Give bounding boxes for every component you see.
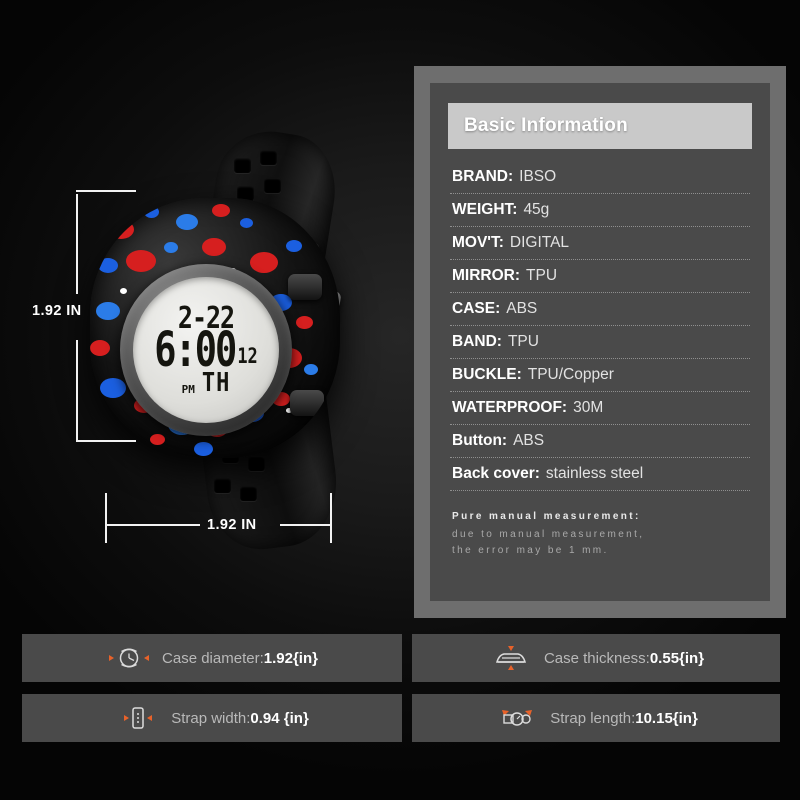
watch-side-button xyxy=(288,274,322,300)
lcd-meridiem: PM xyxy=(181,382,195,396)
spec-key: BAND: xyxy=(452,333,502,350)
dim-horizontal-label: 1.92 IN xyxy=(207,517,257,533)
spec-value: ABS xyxy=(513,432,545,449)
spec-key: BUCKLE: xyxy=(452,366,522,383)
disclaimer-line-1: due to manual measurement, xyxy=(452,529,645,540)
spec-value: TPU/Copper xyxy=(527,366,614,383)
dim-horizontal-line-left xyxy=(105,524,200,526)
lcd-seconds: 12 xyxy=(237,343,258,369)
strap-width-icon xyxy=(115,703,161,733)
watch-case: 2-22 6:00 12 PM TH xyxy=(90,198,340,458)
disclaimer-line-2: the error may be 1 mm. xyxy=(452,544,609,556)
dim-horizontal-line-right xyxy=(280,524,332,526)
info-bar-text: Case thickness:0.55{in} xyxy=(544,650,704,667)
spec-key: MIRROR: xyxy=(452,267,521,284)
spec-row: Back cover: stainless steel xyxy=(450,458,750,491)
info-bar-strap-width: Strap width:0.94 {in} xyxy=(22,694,402,742)
spec-panel-title: Basic Information xyxy=(464,115,628,136)
info-bar-text: Strap width:0.94 {in} xyxy=(171,710,309,727)
strap-hole xyxy=(234,158,251,173)
spec-row: Button: ABS xyxy=(450,425,750,458)
spec-value: ABS xyxy=(506,300,538,317)
dim-horizontal-cap-right xyxy=(330,493,332,543)
dim-vertical-line-top xyxy=(76,194,78,294)
strap-hole xyxy=(260,150,277,165)
spec-value: 45g xyxy=(523,201,550,218)
info-bar-value: 0.94 {in} xyxy=(250,709,309,727)
lcd-weekday: TH xyxy=(201,368,231,398)
watch-image: 2-22 6:00 12 PM TH xyxy=(82,123,402,556)
dim-vertical-label: 1.92 IN xyxy=(32,303,82,319)
spec-key: WEIGHT: xyxy=(452,201,518,218)
spec-key: Back cover: xyxy=(452,465,540,482)
spec-row: CASE: ABS xyxy=(450,293,750,326)
spec-row: BRAND: IBSO xyxy=(450,161,750,194)
info-bar-case-thickness: Case thickness:0.55{in} xyxy=(412,634,780,682)
product-infographic: 2-22 6:00 12 PM TH 1.92 IN 1.92 IN Basic… xyxy=(0,0,800,800)
info-bar-text: Strap length:10.15{in} xyxy=(550,710,698,727)
measurement-disclaimer: Pure manual measurement: due to manual m… xyxy=(452,511,748,558)
specification-panel-inner: Basic Information BRAND: IBSO WEIGHT: 45… xyxy=(430,83,770,601)
info-bar-strap-length: Strap length:10.15{in} xyxy=(412,694,780,742)
info-bar-label: Strap width: xyxy=(171,709,251,727)
watch-bezel: 2-22 6:00 12 PM TH xyxy=(120,264,292,436)
info-bar-text: Case diameter:1.92{in} xyxy=(162,650,318,667)
spec-row: MOV'T: DIGITAL xyxy=(450,227,750,260)
spec-value: TPU xyxy=(526,267,558,284)
spec-value: TPU xyxy=(507,333,539,350)
product-photo: 2-22 6:00 12 PM TH 1.92 IN 1.92 IN xyxy=(0,0,410,620)
info-bar-case-diameter: Case diameter:1.92{in} xyxy=(22,634,402,682)
dim-horizontal-cap-left xyxy=(105,493,107,543)
disclaimer-heading: Pure manual measurement: xyxy=(452,511,641,522)
spec-panel-header: Basic Information xyxy=(448,103,752,149)
strap-hole xyxy=(264,178,281,193)
strap-hole xyxy=(248,456,265,471)
dim-vertical-tick-bottom xyxy=(76,440,136,442)
spec-key: BRAND: xyxy=(452,168,514,185)
spec-value: DIGITAL xyxy=(509,234,570,251)
strap-length-icon xyxy=(494,703,540,733)
lcd-time: 6:00 xyxy=(154,321,237,377)
spec-value: 30M xyxy=(573,399,604,416)
info-bar-value: 1.92{in} xyxy=(263,649,318,667)
case-side-icon xyxy=(488,643,534,673)
spec-row: WEIGHT: 45g xyxy=(450,194,750,227)
watch-side-button xyxy=(290,390,324,416)
strap-hole xyxy=(214,478,231,493)
spec-row: WATERPROOF: 30M xyxy=(450,392,750,425)
info-bar-label: Case diameter: xyxy=(162,649,264,667)
spec-value: stainless steel xyxy=(545,465,644,482)
spec-value: IBSO xyxy=(519,168,557,185)
strap-hole xyxy=(240,486,257,501)
info-bar-value: 0.55{in} xyxy=(649,649,705,667)
info-bar-value: 10.15{in} xyxy=(635,709,698,727)
dim-vertical-tick-top xyxy=(76,190,136,192)
dim-vertical-line-bottom xyxy=(76,340,78,442)
spec-key: Button: xyxy=(452,432,508,449)
spec-row: BAND: TPU xyxy=(450,326,750,359)
spec-row: BUCKLE: TPU/Copper xyxy=(450,359,750,392)
spec-key: MOV'T: xyxy=(452,234,504,251)
spec-key: WATERPROOF: xyxy=(452,399,568,416)
watch-face-icon xyxy=(106,643,152,673)
info-bar-label: Strap length: xyxy=(550,709,636,727)
info-bar-label: Case thickness: xyxy=(543,649,650,667)
spec-list: BRAND: IBSO WEIGHT: 45g MOV'T: DIGITAL M… xyxy=(450,161,750,491)
spec-row: MIRROR: TPU xyxy=(450,260,750,293)
watch-lcd-display: 2-22 6:00 12 PM TH xyxy=(133,277,279,423)
spec-key: CASE: xyxy=(452,300,501,317)
specification-panel: Basic Information BRAND: IBSO WEIGHT: 45… xyxy=(414,66,786,618)
